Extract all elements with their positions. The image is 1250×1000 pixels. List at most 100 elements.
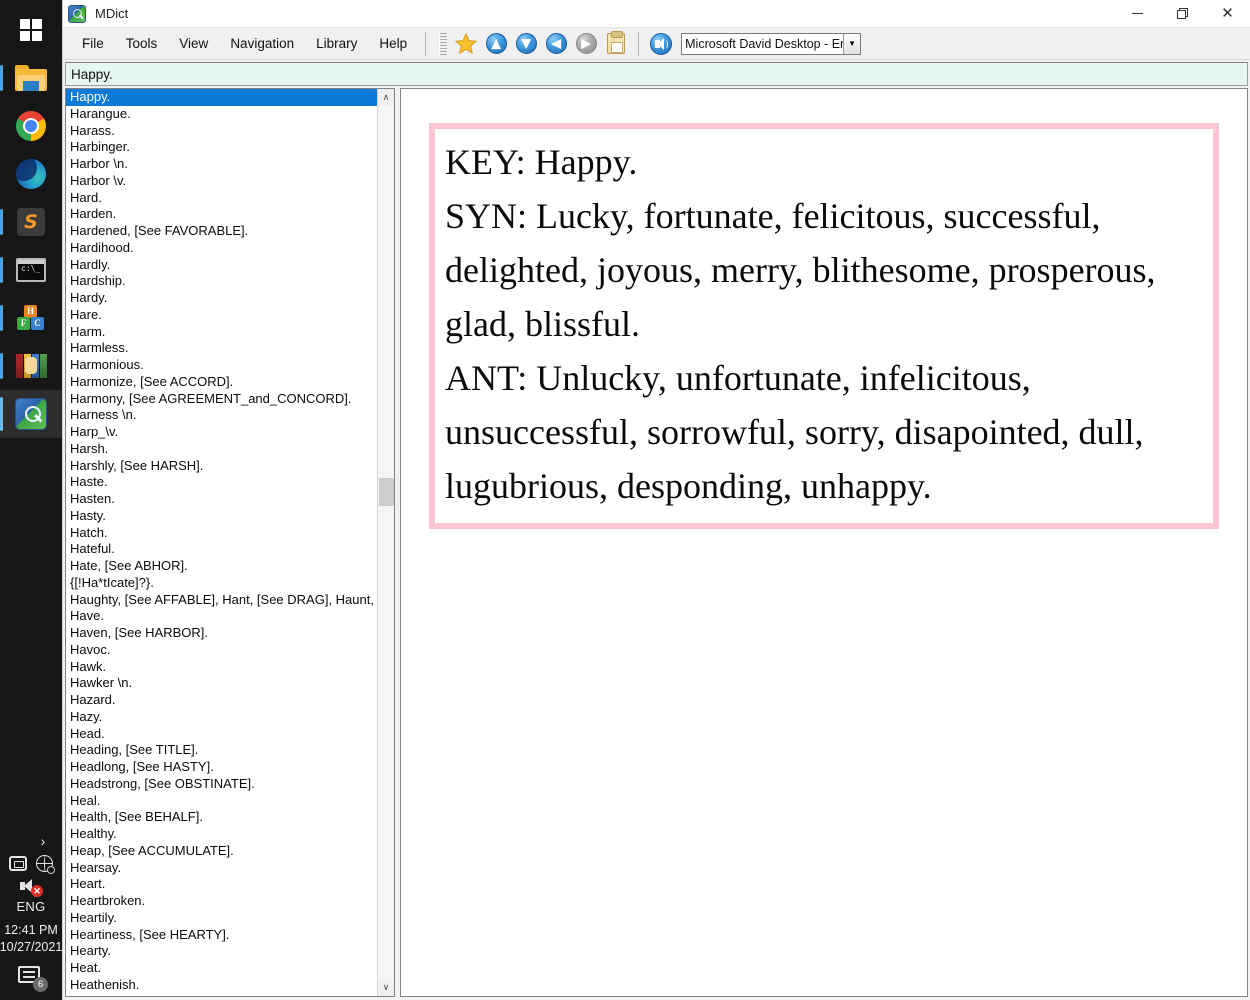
scrollbar-track[interactable] <box>378 106 394 979</box>
word-list[interactable]: Happy. Harangue. Harass. Harbinger. Harbor \… <box>66 89 377 996</box>
list-item[interactable]: Harangue. <box>66 106 377 123</box>
list-item[interactable]: Hate, [See ABHOR]. <box>66 558 377 575</box>
list-item[interactable]: {[!Ha*tIcate]?}. <box>66 575 377 592</box>
list-item[interactable]: Hawk. <box>66 659 377 676</box>
list-item[interactable]: Hardly. <box>66 257 377 274</box>
list-item[interactable]: Harbor \n. <box>66 156 377 173</box>
list-item[interactable]: Happy. <box>66 89 377 106</box>
list-item[interactable]: Hazard. <box>66 692 377 709</box>
copy-button[interactable] <box>601 29 631 59</box>
scrollbar-up-button[interactable]: ∧ <box>378 89 394 106</box>
show-hidden-icons-chevron[interactable]: › <box>0 829 62 855</box>
list-item[interactable]: Heading, [See TITLE]. <box>66 742 377 759</box>
list-item[interactable]: Hatch. <box>66 525 377 542</box>
list-item[interactable]: Harsh. <box>66 441 377 458</box>
close-button[interactable]: ✕ <box>1205 0 1250 28</box>
list-item[interactable]: Hasty. <box>66 508 377 525</box>
taskbar-sublime-text[interactable]: S <box>0 198 62 246</box>
scrollbar-down-button[interactable]: ∨ <box>378 979 394 996</box>
list-item[interactable]: Harbinger. <box>66 139 377 156</box>
speaker-muted-icon[interactable]: ✕ <box>20 878 43 897</box>
list-item[interactable]: Harmonious. <box>66 357 377 374</box>
taskbar-abc-blocks[interactable]: HFC <box>0 294 62 342</box>
toolbar-grip[interactable] <box>439 32 448 55</box>
list-item[interactable]: Harshly, [See HARSH]. <box>66 458 377 475</box>
list-item[interactable]: Heal. <box>66 793 377 810</box>
list-item[interactable]: Heartily. <box>66 910 377 927</box>
list-item[interactable]: Headlong, [See HASTY]. <box>66 759 377 776</box>
scroll-up-button[interactable]: ▲ <box>481 29 511 59</box>
scroll-down-button[interactable]: ▼ <box>511 29 541 59</box>
abc-blocks-icon: HFC <box>16 305 46 331</box>
language-indicator[interactable]: ENG <box>16 895 45 922</box>
list-item[interactable]: Hearsay. <box>66 860 377 877</box>
list-item[interactable]: Haste. <box>66 474 377 491</box>
list-item[interactable]: Hard. <box>66 190 377 207</box>
taskbar-edge[interactable] <box>0 150 62 198</box>
clock-time[interactable]: 12:41 PM <box>4 922 58 939</box>
list-item[interactable]: Heat. <box>66 960 377 977</box>
list-item[interactable]: Heathenish. <box>66 977 377 994</box>
menu-item-help[interactable]: Help <box>368 28 418 60</box>
list-item[interactable]: Haven, [See HARBOR]. <box>66 625 377 642</box>
list-item[interactable]: Hardened, [See FAVORABLE]. <box>66 223 377 240</box>
list-item[interactable]: Haughty, [See AFFABLE], Hant, [See DRAG]… <box>66 592 377 609</box>
list-item[interactable]: Heap, [See ACCUMULATE]. <box>66 843 377 860</box>
list-item[interactable]: Head. <box>66 726 377 743</box>
notifications-icon[interactable]: 6 <box>18 966 48 992</box>
minimize-button[interactable] <box>1115 0 1160 28</box>
camera-icon[interactable] <box>9 856 27 871</box>
menu-item-tools[interactable]: Tools <box>115 28 169 60</box>
list-item[interactable]: Harmony, [See AGREEMENT_and_CONCORD]. <box>66 391 377 408</box>
chevron-down-icon[interactable]: ▼ <box>843 33 861 54</box>
list-item[interactable]: Hasten. <box>66 491 377 508</box>
list-item[interactable]: Havoc. <box>66 642 377 659</box>
menu-item-library[interactable]: Library <box>305 28 368 60</box>
list-item[interactable]: Heave. <box>66 994 377 997</box>
speak-button[interactable] <box>646 29 676 59</box>
list-item[interactable]: Harness \n. <box>66 407 377 424</box>
menu-item-navigation[interactable]: Navigation <box>219 28 305 60</box>
list-item[interactable]: Hardship. <box>66 273 377 290</box>
clock-date[interactable]: 10/27/2021 <box>0 939 62 956</box>
list-item[interactable]: Harass. <box>66 123 377 140</box>
taskbar-command-prompt[interactable] <box>0 246 62 294</box>
favorites-button[interactable] <box>451 29 481 59</box>
globe-network-icon[interactable] <box>36 855 55 874</box>
taskbar-chrome[interactable] <box>0 102 62 150</box>
list-item[interactable]: Hawker \n. <box>66 675 377 692</box>
back-button[interactable]: ◀ <box>541 29 571 59</box>
menu-item-view[interactable]: View <box>168 28 219 60</box>
list-item[interactable]: Health, [See BEHALF]. <box>66 809 377 826</box>
list-item[interactable]: Hazy. <box>66 709 377 726</box>
list-item[interactable]: Harmless. <box>66 340 377 357</box>
maximize-button[interactable] <box>1160 0 1205 28</box>
list-item[interactable]: Harmonize, [See ACCORD]. <box>66 374 377 391</box>
list-item[interactable]: Hardihood. <box>66 240 377 257</box>
list-item[interactable]: Harp_\v. <box>66 424 377 441</box>
taskbar-file-explorer[interactable] <box>0 54 62 102</box>
search-input[interactable]: Happy. <box>65 62 1248 86</box>
taskbar-winrar[interactable] <box>0 342 62 390</box>
list-item[interactable]: Harden. <box>66 206 377 223</box>
forward-button[interactable]: ▶ <box>571 29 601 59</box>
list-item[interactable]: Hardy. <box>66 290 377 307</box>
list-item[interactable]: Headstrong, [See OBSTINATE]. <box>66 776 377 793</box>
taskbar-mdict[interactable] <box>0 390 62 438</box>
list-item[interactable]: Have. <box>66 608 377 625</box>
list-item[interactable]: Hare. <box>66 307 377 324</box>
list-item[interactable]: Hearty. <box>66 943 377 960</box>
list-item[interactable]: Harm. <box>66 324 377 341</box>
scrollbar-thumb[interactable] <box>379 478 394 506</box>
list-item[interactable]: Healthy. <box>66 826 377 843</box>
list-item[interactable]: Hateful. <box>66 541 377 558</box>
list-item[interactable]: Heartbroken. <box>66 893 377 910</box>
word-list-scrollbar[interactable]: ∧ ∨ <box>377 89 394 996</box>
article-syn-line: SYN: Lucky, fortunate, felicitous, succe… <box>445 196 1156 344</box>
list-item[interactable]: Harbor \v. <box>66 173 377 190</box>
start-button[interactable] <box>0 6 62 54</box>
list-item[interactable]: Heartiness, [See HEARTY]. <box>66 927 377 944</box>
list-item[interactable]: Heart. <box>66 876 377 893</box>
voice-select[interactable]: Microsoft David Desktop - Engli ▼ <box>681 32 862 55</box>
menu-item-file[interactable]: File <box>71 28 115 60</box>
